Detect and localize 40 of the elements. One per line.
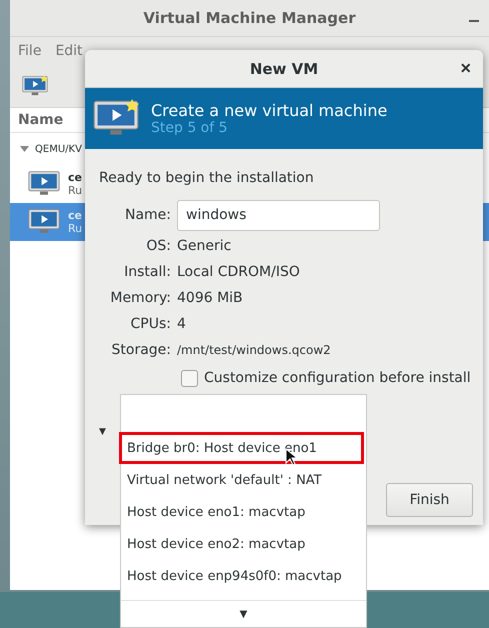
menu-item[interactable]: Virtual network 'default' : NAT bbox=[119, 464, 364, 496]
field-value: Generic bbox=[177, 238, 232, 254]
field-label: OS: bbox=[145, 238, 172, 254]
wizard-heading: Create a new virtual machine bbox=[151, 101, 388, 120]
connection-name: QEMU/KV bbox=[35, 144, 82, 154]
field-value: 4096 MiB bbox=[177, 290, 243, 306]
field-label: Memory: bbox=[109, 290, 172, 306]
menu-item[interactable]: Edit bbox=[55, 43, 83, 59]
checkbox-label: Customize configuration before install bbox=[204, 370, 471, 386]
menu-item[interactable]: Host device enp94s0f0: macvtap bbox=[119, 560, 364, 592]
vm-status: Ru bbox=[68, 184, 82, 197]
menu-item[interactable]: Host device eno1: macvtap bbox=[119, 496, 364, 528]
monitor-icon bbox=[28, 208, 60, 236]
field-label: Name: bbox=[124, 207, 172, 223]
minimize-icon[interactable] bbox=[469, 20, 479, 23]
close-button[interactable]: × bbox=[456, 58, 475, 79]
dialog-title: New VM bbox=[250, 60, 318, 78]
vm-status: Ru bbox=[68, 222, 82, 235]
monitor-icon bbox=[28, 170, 60, 198]
vm-name: ce bbox=[68, 209, 82, 222]
intro-text: Ready to begin the installation bbox=[99, 170, 314, 186]
name-field[interactable]: windows bbox=[177, 200, 380, 230]
new-vm-icon bbox=[22, 74, 48, 98]
field-label: Install: bbox=[123, 264, 172, 280]
expander-icon[interactable]: ▼ bbox=[99, 427, 106, 437]
field-value: 4 bbox=[177, 316, 186, 332]
field-label: Storage: bbox=[110, 342, 172, 358]
column-header: Name bbox=[18, 112, 64, 128]
menu-item[interactable]: File bbox=[18, 43, 42, 59]
step-indicator: Step 5 of 5 bbox=[151, 120, 229, 136]
scroll-down-arrow[interactable]: ▼ bbox=[240, 608, 248, 620]
field-value: Local CDROM/ISO bbox=[177, 264, 300, 280]
field-value: /mnt/test/windows.qcow2 bbox=[177, 343, 331, 357]
window-title: Virtual Machine Manager bbox=[143, 9, 356, 27]
expander-icon[interactable] bbox=[20, 146, 29, 152]
vm-name: ce bbox=[68, 171, 82, 184]
menu-item[interactable]: Host device eno2: macvtap bbox=[119, 528, 364, 560]
customize-checkbox[interactable] bbox=[181, 370, 198, 386]
field-label: CPUs: bbox=[130, 316, 172, 332]
finish-button[interactable]: Finish bbox=[386, 483, 473, 517]
